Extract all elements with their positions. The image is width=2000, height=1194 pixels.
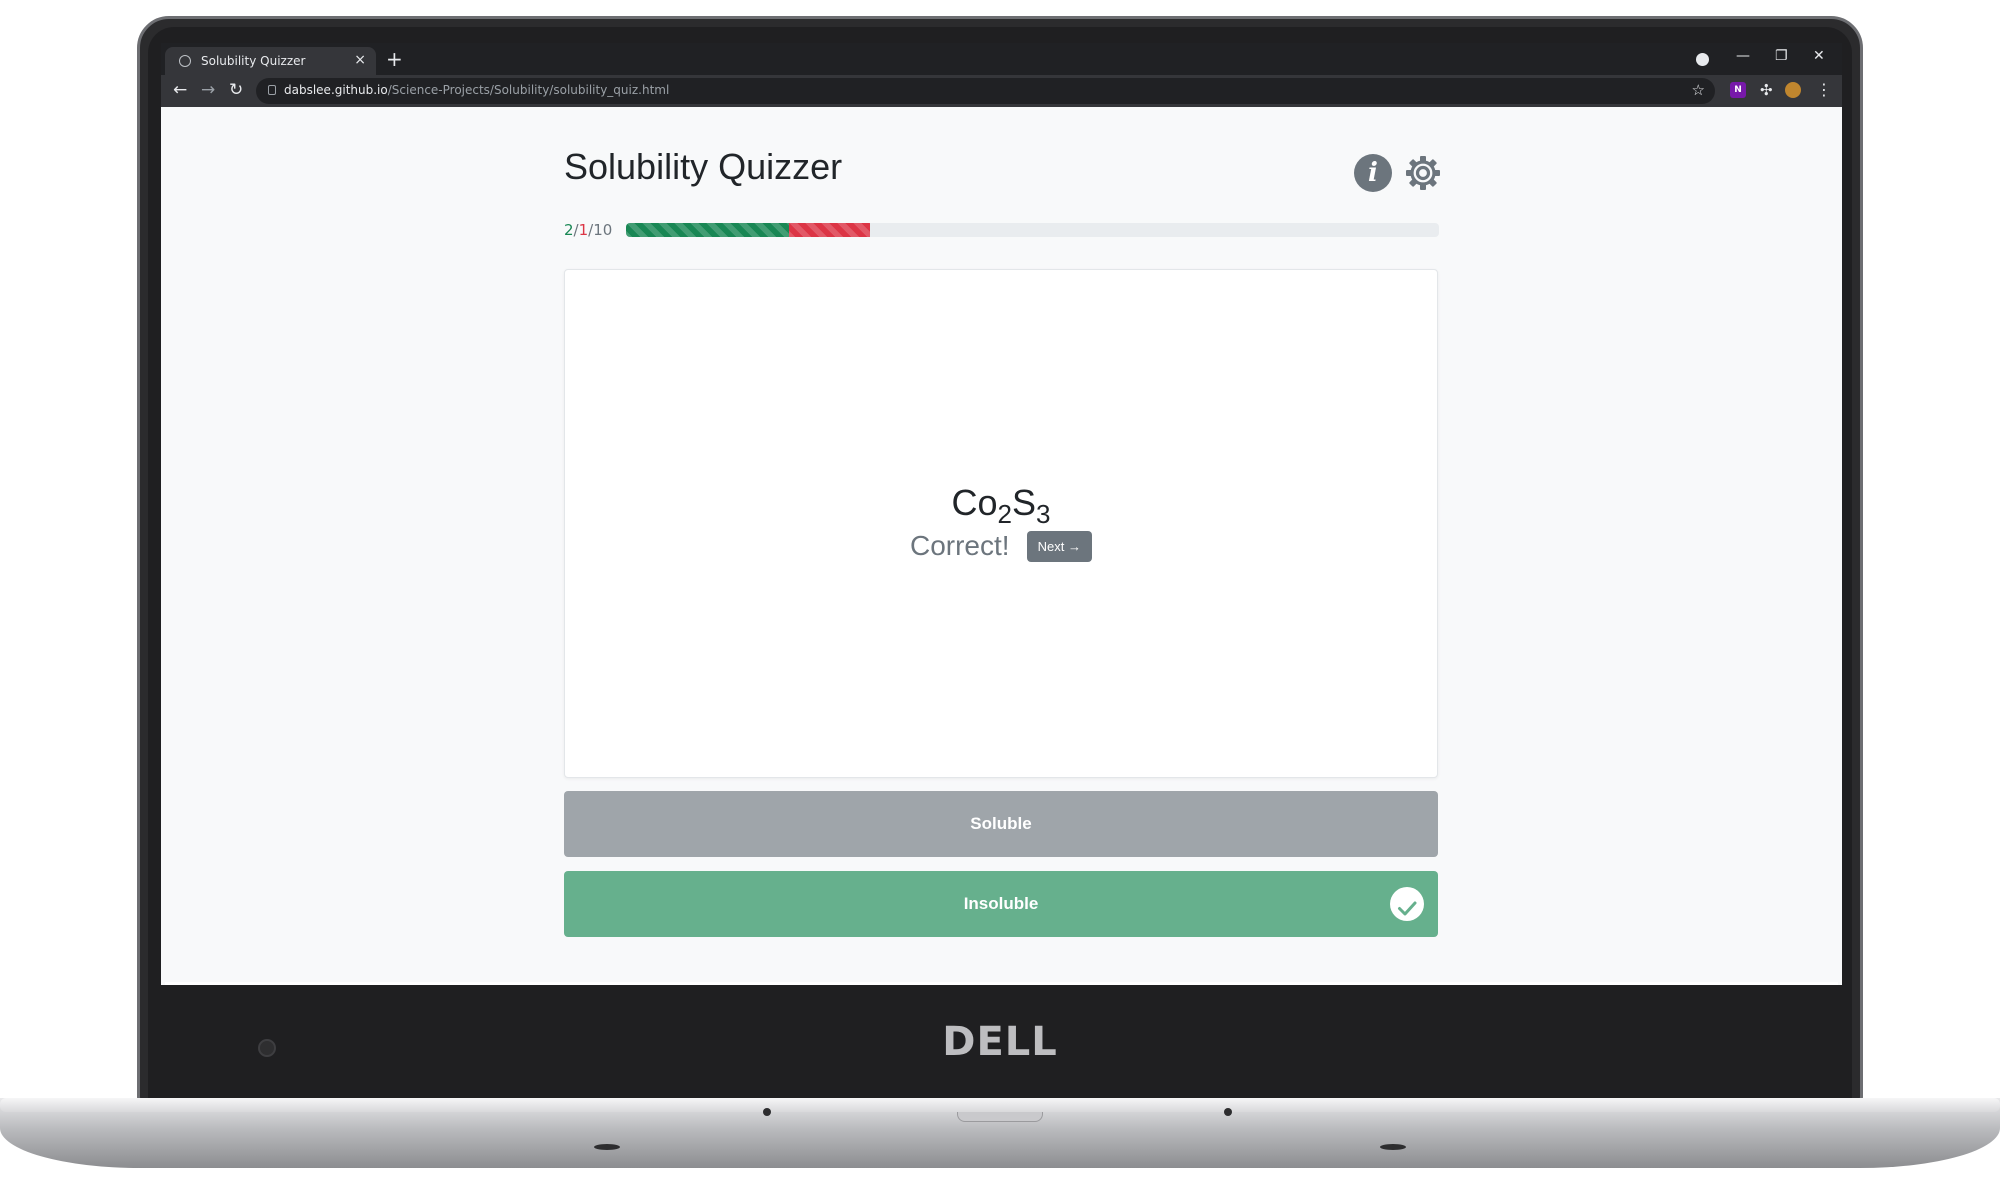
profile-dropdown-icon[interactable] bbox=[1696, 53, 1709, 66]
new-tab-button[interactable]: + bbox=[386, 47, 403, 71]
webcam-icon bbox=[258, 1039, 276, 1057]
page-title: Solubility Quizzer bbox=[564, 146, 843, 187]
feedback-text: Correct! bbox=[909, 530, 1010, 561]
insoluble-button[interactable]: Insoluble bbox=[564, 871, 1438, 937]
forward-arrow-icon[interactable]: → bbox=[201, 80, 215, 100]
page-content: Solubility Quizzer i 2/1/10 Co2S3 Correc… bbox=[161, 107, 1842, 985]
insoluble-label: Insoluble bbox=[963, 894, 1039, 913]
bookmark-star-icon[interactable]: ☆ bbox=[1692, 81, 1705, 99]
tab-title: Solubility Quizzer bbox=[201, 54, 306, 68]
feedback-row: Correct! Next → bbox=[565, 530, 1437, 562]
total-count: 10 bbox=[593, 221, 613, 239]
tab-close-icon[interactable]: × bbox=[354, 52, 366, 68]
gear-icon[interactable] bbox=[1404, 154, 1442, 192]
progress-bar bbox=[626, 223, 1439, 237]
url-text: dabslee.github.io/Science-Projects/Solub… bbox=[284, 83, 670, 97]
back-arrow-icon[interactable]: ← bbox=[173, 80, 187, 100]
profile-avatar-icon[interactable] bbox=[1785, 82, 1801, 98]
window-close-icon[interactable]: ✕ bbox=[1813, 48, 1825, 64]
progress-counter: 2/1/10 bbox=[564, 221, 613, 239]
compound-formula: Co2S3 bbox=[951, 482, 1051, 529]
progress-fill-correct bbox=[626, 223, 789, 237]
lid-notch bbox=[957, 1112, 1043, 1122]
minimize-icon[interactable]: — bbox=[1736, 48, 1750, 64]
browser-toolbar: ← → ↻ dabslee.github.io/Science-Projects… bbox=[161, 75, 1842, 107]
checkmark-icon bbox=[1390, 887, 1424, 921]
next-button[interactable]: Next → bbox=[1026, 530, 1092, 562]
onenote-extension-icon[interactable]: N bbox=[1730, 82, 1746, 98]
soluble-label: Soluble bbox=[970, 814, 1032, 833]
browser-window: Solubility Quizzer × + — ❐ ✕ ← → ↻ dabsl… bbox=[161, 43, 1842, 985]
address-bar[interactable]: dabslee.github.io/Science-Projects/Solub… bbox=[256, 78, 1715, 104]
extensions-puzzle-icon[interactable]: ✣ bbox=[1760, 82, 1776, 98]
soluble-button[interactable]: Soluble bbox=[564, 791, 1438, 857]
globe-icon bbox=[179, 55, 191, 67]
dell-logo: DELL bbox=[942, 1019, 1058, 1065]
laptop-frame: Solubility Quizzer × + — ❐ ✕ ← → ↻ dabsl… bbox=[0, 0, 2000, 1194]
info-icon[interactable]: i bbox=[1354, 154, 1392, 192]
tab-strip: Solubility Quizzer × + — ❐ ✕ bbox=[161, 43, 1842, 75]
incorrect-count: 1 bbox=[578, 221, 589, 239]
tab-solubility-quizzer[interactable]: Solubility Quizzer × bbox=[165, 47, 376, 75]
lock-icon bbox=[268, 85, 276, 95]
progress-fill-incorrect bbox=[789, 223, 870, 237]
kebab-menu-icon[interactable]: ⋮ bbox=[1816, 82, 1832, 98]
question-card: Co2S3 Correct! Next → bbox=[564, 269, 1438, 778]
restore-icon[interactable]: ❐ bbox=[1775, 48, 1788, 64]
correct-count: 2 bbox=[564, 221, 574, 239]
reload-icon[interactable]: ↻ bbox=[229, 80, 243, 100]
